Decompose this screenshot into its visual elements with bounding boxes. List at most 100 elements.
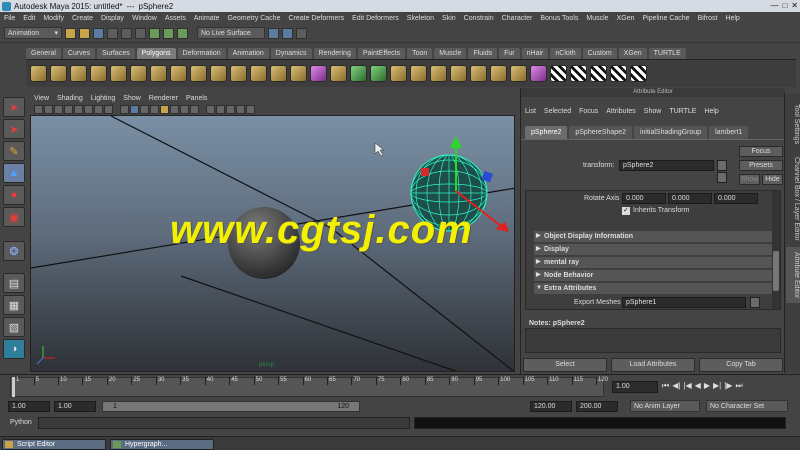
single-perspective-layout-icon[interactable]: ▤ (3, 273, 25, 293)
cylindrical-mapping-icon[interactable] (570, 65, 587, 82)
step-forward-key-icon[interactable]: |▶ (724, 381, 732, 391)
command-language-toggle[interactable]: Python (10, 419, 32, 426)
play-forwards-icon[interactable]: ▶ (704, 381, 710, 391)
image-plane-icon[interactable] (54, 104, 63, 114)
ipr-render-icon[interactable] (282, 27, 293, 39)
fill-hole-icon[interactable] (510, 65, 527, 82)
menu-pipeline-cache[interactable]: Pipeline Cache (642, 15, 689, 22)
export-meshes-link-icon[interactable] (750, 297, 760, 308)
menu-create-deformers[interactable]: Create Deformers (288, 15, 344, 22)
paint-select-icon[interactable]: ✎ (3, 141, 25, 161)
poly-separate-icon[interactable] (270, 65, 287, 82)
command-input[interactable] (38, 417, 410, 429)
ae-menu-attributes[interactable]: Attributes (606, 108, 636, 115)
wedge-faces-icon[interactable] (490, 65, 507, 82)
section-node-behavior[interactable]: ▶ Node Behavior (534, 270, 776, 281)
menu-skin[interactable]: Skin (442, 15, 456, 22)
inherits-transform-checkbox[interactable]: ✓ (622, 207, 630, 215)
poly-torus-icon[interactable] (130, 65, 147, 82)
panel-menu-panels[interactable]: Panels (186, 95, 207, 102)
isolate-select-icon[interactable] (216, 104, 225, 114)
shelf-tab-toon[interactable]: Toon (407, 48, 433, 59)
poly-helix-icon[interactable] (210, 65, 227, 82)
new-scene-icon[interactable] (65, 27, 76, 39)
film-gate-icon[interactable] (74, 104, 83, 114)
poly-sphere-icon[interactable] (30, 65, 47, 82)
shelf-tab-turtle[interactable]: TURTLE (648, 48, 686, 59)
menu-window[interactable]: Window (132, 15, 157, 22)
xray-icon[interactable] (226, 104, 235, 114)
shelf-tab-nhair[interactable]: nHair (521, 48, 549, 59)
panel-menu-shading[interactable]: Shading (57, 95, 83, 102)
step-back-key-icon[interactable]: ◀| (672, 381, 680, 391)
camera-bookmark-icon[interactable] (44, 104, 53, 114)
split-polygon-icon[interactable] (430, 65, 447, 82)
persp-outliner-layout-icon[interactable]: ▧ (3, 317, 25, 337)
menu-edit-deformers[interactable]: Edit Deformers (352, 15, 399, 22)
menu-display[interactable]: Display (101, 15, 124, 22)
poly-plane-icon[interactable] (110, 65, 127, 82)
transform-name-field[interactable]: pSphere2 (619, 160, 714, 171)
render-icon[interactable] (268, 27, 279, 39)
render-settings-icon[interactable] (296, 27, 307, 39)
go-to-start-icon[interactable]: ⏮ (662, 381, 669, 391)
move-tool-icon[interactable]: ▲ (3, 163, 25, 183)
motion-blur-icon[interactable] (190, 104, 199, 114)
rotate-axis-y-field[interactable]: 0.000 (668, 193, 712, 204)
current-frame-field[interactable]: 1.00 (612, 381, 658, 393)
merge-vertices-icon[interactable] (470, 65, 487, 82)
focus-button[interactable]: Focus (739, 146, 783, 157)
backface-culling-icon[interactable] (246, 104, 255, 114)
hide-button[interactable]: Hide (762, 174, 783, 185)
close-icon[interactable]: ✕ (791, 1, 798, 10)
wireframe-icon[interactable] (120, 104, 129, 114)
panel-menu-lighting[interactable]: Lighting (91, 95, 116, 102)
time-slider[interactable]: 1 5 10 15 20 25 30 35 40 45 50 55 60 65 70 75 80 85 90 95 10… (0, 374, 800, 399)
textured-icon[interactable] (150, 104, 159, 114)
presets-button[interactable]: Presets (739, 160, 783, 171)
save-scene-icon[interactable] (93, 27, 104, 39)
select-button[interactable]: Select (523, 358, 607, 372)
tab-psphere2[interactable]: pSphere2 (525, 126, 568, 139)
lasso-tool-icon[interactable]: ➤ (3, 119, 25, 139)
rotate-tool-icon[interactable]: ● (3, 185, 25, 205)
ae-menu-focus[interactable]: Focus (579, 108, 598, 115)
ae-menu-turtle[interactable]: TURTLE (669, 108, 696, 115)
tab-lambert1[interactable]: lambert1 (709, 126, 749, 139)
go-to-input-icon[interactable] (717, 160, 727, 171)
shelf-tab-xgen[interactable]: XGen (618, 48, 647, 59)
poly-pipe-icon[interactable] (190, 65, 207, 82)
open-scene-icon[interactable] (79, 27, 90, 39)
use-all-lights-icon[interactable] (160, 104, 169, 114)
menu-assets[interactable]: Assets (165, 15, 186, 22)
start-time-field[interactable]: 1.00 (8, 401, 50, 412)
camera-attributes-icon[interactable] (34, 104, 43, 114)
snap-grid-icon[interactable] (149, 27, 160, 39)
tab-tool-settings[interactable]: Tool Settings (786, 97, 800, 151)
load-attributes-button[interactable]: Load Attributes (611, 358, 695, 372)
live-surface-field[interactable]: No Live Surface (197, 27, 265, 39)
poly-soccer-ball-icon[interactable] (230, 65, 247, 82)
shadows-icon[interactable] (170, 104, 179, 114)
poly-prism-icon[interactable] (150, 65, 167, 82)
show-manipulator-icon[interactable]: ❂ (3, 241, 25, 261)
hypergraph-window[interactable]: Hypergraph... (110, 439, 214, 450)
anti-aliasing-icon[interactable] (206, 104, 215, 114)
automatic-mapping-icon[interactable] (610, 65, 627, 82)
menu-bifrost[interactable]: Bifrost (698, 15, 718, 22)
shelf-tab-fur[interactable]: Fur (499, 48, 520, 59)
go-to-output-icon[interactable] (717, 172, 727, 183)
shelf-tab-custom[interactable]: Custom (582, 48, 617, 59)
shelf-tab-painteffects[interactable]: PaintEffects (357, 48, 406, 59)
export-meshes-field[interactable]: pSphere1 (622, 297, 746, 308)
menu-file[interactable]: File (4, 15, 15, 22)
ae-menu-selected[interactable]: Selected (544, 108, 571, 115)
step-forward-frame-icon[interactable]: ▶| (713, 381, 721, 391)
notes-textarea[interactable] (525, 328, 781, 353)
anim-layer-dropdown[interactable]: No Anim Layer (630, 400, 700, 412)
menu-help[interactable]: Help (725, 15, 739, 22)
extract-icon[interactable] (330, 65, 347, 82)
uv-texture-editor-icon[interactable] (630, 65, 647, 82)
tab-initial-shading-group[interactable]: initialShadingGroup (633, 126, 708, 139)
shelf-tab-general[interactable]: General (26, 48, 61, 59)
